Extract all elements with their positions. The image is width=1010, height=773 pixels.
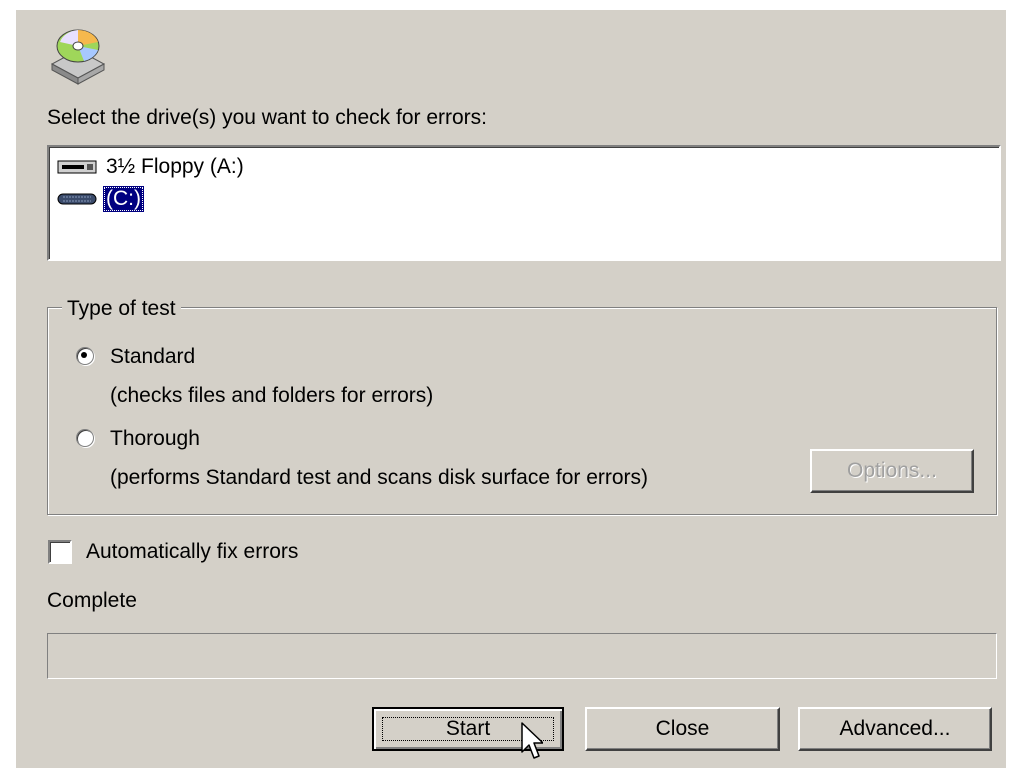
thorough-radio[interactable] [76,429,94,447]
mouse-pointer-icon [521,722,543,759]
close-button-label: Close [655,717,710,740]
drive-select-prompt: Select the drive(s) you want to check fo… [47,106,488,129]
standard-radio[interactable] [76,347,94,365]
standard-radio-label[interactable]: Standard [110,345,195,369]
advanced-button[interactable]: Advanced... [798,707,992,751]
options-button-label: Options... [847,459,937,482]
drive-label-c: (C:) [103,186,144,212]
status-label: Complete [47,589,137,612]
test-type-group-title: Type of test [62,297,181,321]
standard-description: (checks files and folders for errors) [110,384,434,407]
radio-dot [81,352,87,358]
disk-check-icon [50,29,106,85]
advanced-button-label: Advanced... [839,717,951,740]
thorough-radio-label[interactable]: Thorough [110,427,200,451]
hard-drive-icon [57,193,97,205]
floppy-drive-icon [57,160,97,174]
scandisk-dialog: Select the drive(s) you want to check fo… [16,10,1006,768]
auto-fix-label[interactable]: Automatically fix errors [86,540,298,564]
radio-circle [76,429,94,447]
thorough-description: (performs Standard test and scans disk s… [110,466,649,489]
close-button[interactable]: Close [585,707,780,751]
drive-listbox[interactable]: 3½ Floppy (A:) (C:) [47,145,1001,261]
progress-bar [47,633,997,679]
drive-item-c[interactable]: (C:) [57,185,144,213]
auto-fix-checkbox[interactable] [48,540,72,564]
drive-label-floppy: 3½ Floppy (A:) [106,155,244,178]
drive-item-floppy[interactable]: 3½ Floppy (A:) [57,153,247,181]
options-button[interactable]: Options... [810,449,974,493]
